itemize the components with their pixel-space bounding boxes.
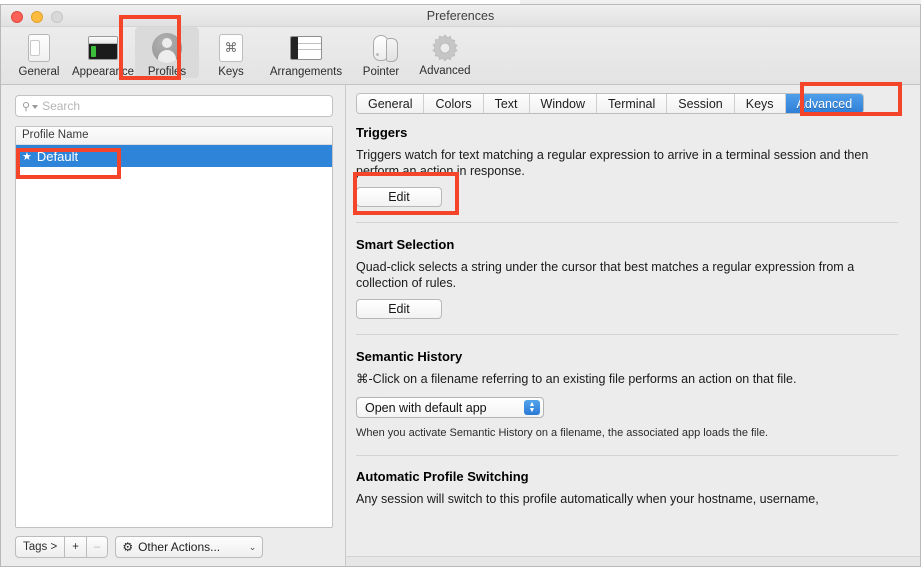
note-page-icon [22,31,56,65]
toolbar-label-general: General [18,66,60,78]
window-appearance-icon [86,31,120,65]
profile-list-column-header: Profile Name [16,127,332,145]
tab-session[interactable]: Session [667,94,735,113]
search-icon: ⚲ [22,100,31,113]
sidebar-footer-toolbar: Tags > + – ⚙ Other Actions... ⌄ [15,536,333,558]
toolbar-label-advanced: Advanced [419,65,471,77]
tab-general[interactable]: General [357,94,425,113]
person-circle-icon [150,31,184,65]
other-actions-dropdown[interactable]: ⚙ Other Actions... ⌄ [115,536,264,558]
smart-selection-edit-button[interactable]: Edit [356,299,442,319]
chevron-down-icon [32,105,39,109]
tab-text[interactable]: Text [483,94,530,113]
window-bottom-strip [346,556,920,566]
profiles-sidebar: ⚲ Search Profile Name ★ Default Tags > +… [1,85,346,566]
section-divider [356,334,898,335]
section-automatic-profile-switching: Automatic Profile Switching Any session … [356,469,898,507]
tab-window[interactable]: Window [529,94,598,113]
toolbar-label-keys: Keys [218,66,244,78]
toolbar-item-profiles[interactable]: Profiles [135,27,199,78]
section-divider [356,222,898,223]
toolbar-label-profiles: Profiles [147,66,187,78]
window-title: Preferences [426,9,495,23]
toolbar-item-advanced[interactable]: Advanced [413,27,477,77]
section-divider [356,455,898,456]
advanced-settings-sections: Triggers Triggers watch for text matchin… [346,125,920,566]
tags-button[interactable]: Tags > [15,536,66,558]
other-actions-label: Other Actions... [138,540,221,554]
section-smart-selection: Smart Selection Quad-click selects a str… [356,237,898,335]
mouse-icon [364,31,398,65]
section-description-triggers: Triggers watch for text matching a regul… [356,148,869,178]
window-titlebar: Preferences [1,5,920,27]
semantic-history-note: When you activate Semantic History on a … [356,427,769,439]
preferences-window: Preferences General Appearance Profiles … [0,4,921,567]
toolbar-label-arrangements: Arrangements [269,66,343,78]
tab-colors[interactable]: Colors [424,94,484,113]
add-profile-button[interactable]: + [64,536,87,558]
section-title-automatic-profile-switching: Automatic Profile Switching [356,469,529,484]
profile-row-label: Default [36,148,79,164]
section-description-automatic-profile-switching: Any session will switch to this profile … [356,492,819,506]
semantic-history-dropdown[interactable]: Open with default app ▲ ▼ [356,397,544,418]
gear-icon: ⚙ [122,540,134,554]
toolbar-item-general[interactable]: General [7,27,71,78]
section-title-triggers: Triggers [356,125,408,140]
tab-terminal[interactable]: Terminal [597,94,668,113]
search-placeholder: Search [42,99,81,113]
profile-list-row-default[interactable]: ★ Default [16,145,332,167]
preferences-toolbar: General Appearance Profiles ⌘ Keys Arran… [1,27,920,85]
tab-advanced[interactable]: Advanced [785,94,864,113]
profile-detail-pane: General Colors Text Window Terminal Sess… [346,85,920,566]
toolbar-item-arrangements[interactable]: Arrangements [263,27,349,78]
chevron-down-icon: ⌄ [248,541,257,552]
toolbar-item-keys[interactable]: ⌘ Keys [199,27,263,78]
search-input[interactable]: ⚲ Search [15,95,333,117]
tab-group: General Colors Text Window Terminal Sess… [356,93,865,114]
toolbar-item-pointer[interactable]: Pointer [349,27,413,78]
section-title-semantic-history: Semantic History [356,349,463,364]
section-description-semantic-history: ⌘-Click on a filename referring to an ex… [356,372,797,386]
triggers-edit-button[interactable]: Edit [356,187,442,207]
stepper-arrows-icon: ▲ ▼ [524,400,540,415]
toolbar-label-pointer: Pointer [362,66,400,78]
remove-profile-button[interactable]: – [85,536,109,558]
window-body: ⚲ Search Profile Name ★ Default Tags > +… [1,85,920,566]
section-description-smart-selection: Quad-click selects a string under the cu… [356,260,855,290]
profile-tabbar: General Colors Text Window Terminal Sess… [346,93,920,114]
sidebar-segmented-buttons: Tags > + – [15,536,109,558]
section-title-smart-selection: Smart Selection [356,237,455,252]
window-arrangement-icon [289,31,323,65]
toolbar-item-appearance[interactable]: Appearance [71,27,135,78]
section-semantic-history: Semantic History ⌘-Click on a filename r… [356,349,898,456]
tab-keys[interactable]: Keys [734,94,786,113]
star-icon: ★ [22,150,32,163]
semantic-history-selected-value: Open with default app [365,400,487,415]
section-triggers: Triggers Triggers watch for text matchin… [356,125,898,223]
profile-list[interactable]: Profile Name ★ Default [15,126,333,528]
command-key-icon: ⌘ [214,31,248,65]
gear-icon [429,32,461,64]
toolbar-label-appearance: Appearance [71,66,135,78]
